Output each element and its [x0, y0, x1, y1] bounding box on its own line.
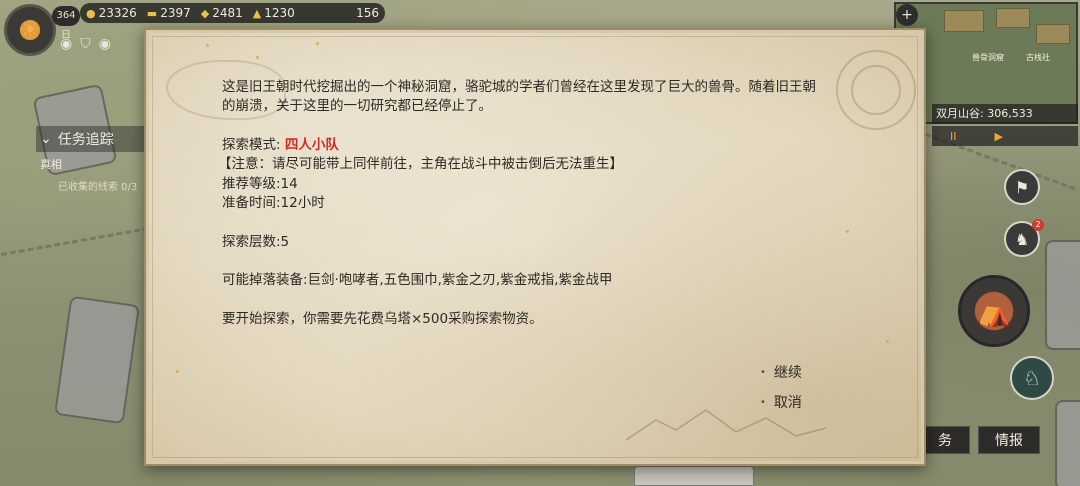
cliff-rock [1055, 400, 1080, 486]
quest-name[interactable]: 真相 [36, 156, 146, 172]
map-plot [996, 8, 1030, 28]
banner-button[interactable]: ⚑ [1004, 169, 1040, 205]
banner-icon: ⚑ [1014, 177, 1030, 197]
gold-speck [256, 56, 259, 59]
cancel-button[interactable]: • 取消 [760, 392, 802, 412]
chevron-down-icon[interactable]: ⌄ [40, 131, 52, 147]
continue-label: 继续 [773, 365, 802, 381]
bullet-icon: • [760, 366, 766, 378]
resource-bar: ● 23326 ▬ 2397 ◆ 2481 ▲ 1230 156 [80, 3, 385, 23]
bag-icon: ▲ [252, 6, 262, 20]
notification-badge: 2 [1032, 219, 1044, 231]
resource-scrolls: ◆ 2481 [201, 6, 243, 20]
cancel-label: 取消 [773, 395, 802, 411]
recommended-level: 推荐等级:14 [222, 176, 298, 192]
gold-speck [206, 44, 209, 47]
mode-label: 探索模式: [222, 137, 285, 153]
camp-button[interactable]: ⛺ [958, 275, 1030, 347]
area-coordinates: 双月山谷: 306,533 [932, 104, 1078, 124]
quest-tracker-title: 任务追踪 [57, 132, 114, 148]
pause-button[interactable]: II [950, 130, 957, 143]
quest-tracker[interactable]: ⌄ 任务追踪 真相 已收集的线索 0/3 [36, 126, 146, 193]
resource-value: 2397 [160, 6, 191, 20]
exploration-cost: 要开始探索，你需要先花费乌塔×500采购探索物资。 [222, 311, 543, 327]
gold-bar-icon: ▬ [146, 6, 158, 20]
continue-button[interactable]: • 继续 [760, 362, 802, 382]
play-icon[interactable]: ▶ [995, 130, 1003, 143]
gold-speck [176, 370, 179, 373]
minimap-location-label: 古栈社 [1026, 53, 1050, 62]
resource-value: 2481 [212, 6, 243, 20]
exploration-mode: 探索模式: 四人小队 [222, 136, 339, 156]
cliff-rock [1045, 240, 1080, 350]
resource-value: 1230 [264, 6, 295, 20]
exploration-dialog: 这是旧王朝时代挖掘出的一个神秘洞窟，骆驼城的学者们曾经在这里发现了巨大的兽骨。随… [144, 28, 926, 466]
map-plot [944, 10, 984, 32]
intel-tab[interactable]: 情报 [978, 426, 1040, 454]
gold-speck [316, 42, 319, 45]
sack-icon: ♞ [1014, 229, 1030, 249]
stone-slab [634, 466, 754, 486]
possible-drops: 可能掉落装备:巨剑·咆哮者,五色围巾,紫金之刃,紫金戒指,紫金战甲 [222, 272, 613, 288]
dialog-intro-line: 的崩溃，关于这里的一切研究都已经停止了。 [222, 98, 492, 114]
prep-time: 准备时间:12小时 [222, 195, 325, 211]
resource-bags: ▲ 1230 [253, 6, 295, 20]
quest-progress: 已收集的线索 0/3 [58, 182, 138, 193]
gold-speck [846, 230, 849, 233]
warning-note: 【注意：请尽可能带上同伴前往，主角在战斗中被击倒后无法重生】 [218, 156, 623, 172]
minimap-location-label: 兽骨洞窟 [972, 53, 1004, 62]
time-control-bar: II ▶ [932, 126, 1078, 146]
decorative-compass [851, 65, 901, 115]
floor-count: 探索层数:5 [222, 234, 290, 250]
day-counter: 364日 [52, 6, 80, 41]
quest-tracker-header[interactable]: ⌄ 任务追踪 [36, 126, 146, 152]
tent-icon: ⛺ [976, 294, 1012, 328]
minimap-zoom-button[interactable]: + [896, 4, 918, 26]
mode-value: 四人小队 [284, 137, 339, 153]
resource-coins: ● 23326 [86, 6, 137, 20]
resource-value: 156 [356, 6, 379, 20]
horse-button[interactable]: ♘ [1010, 356, 1054, 400]
quest-tab[interactable]: 务 [920, 426, 970, 454]
coin-icon: ● [86, 6, 96, 20]
scroll-icon: ◆ [200, 6, 210, 20]
eye-icon[interactable]: ◉ [99, 36, 111, 52]
dialog-intro-line: 这是旧王朝时代挖掘出的一个神秘洞窟，骆驼城的学者们曾经在这里发现了巨大的兽骨。随… [222, 79, 816, 95]
eye-icon[interactable]: ◉ [60, 36, 72, 52]
resource-other: 156 [356, 6, 379, 20]
gold-speck [886, 340, 889, 343]
map-plot [1036, 24, 1070, 44]
horse-icon: ♘ [1023, 366, 1041, 390]
bullet-icon: • [760, 396, 766, 408]
hud-icon-row: ◉ ⛉ ◉ [60, 36, 111, 52]
resource-gold-bars: ▬ 2397 [147, 6, 191, 20]
sun-emblem-icon[interactable]: ☀ [4, 4, 56, 56]
shield-icon[interactable]: ⛉ [80, 36, 91, 52]
resource-value: 23326 [98, 6, 137, 20]
